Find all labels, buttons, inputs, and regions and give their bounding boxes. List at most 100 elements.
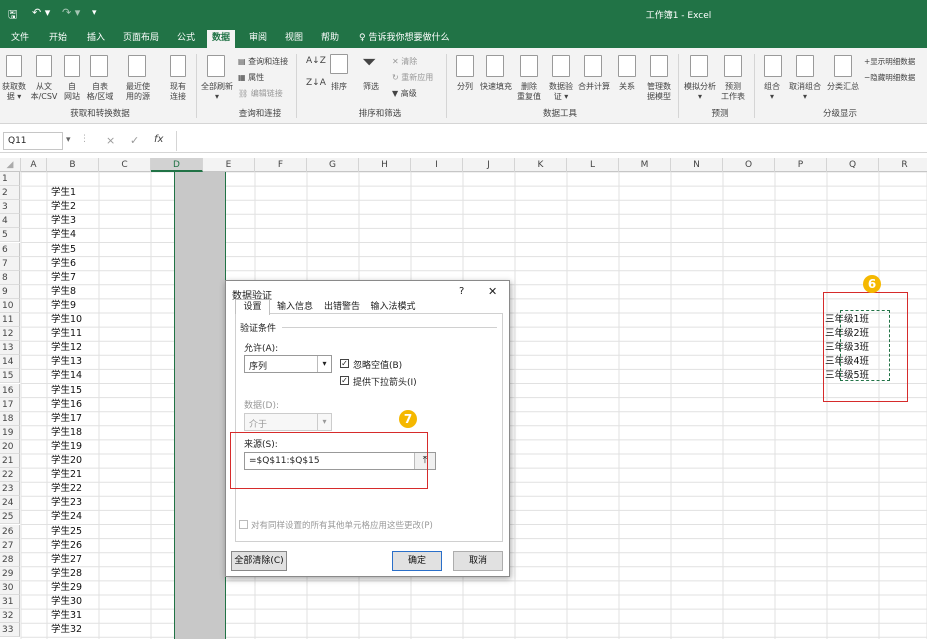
- cell-b[interactable]: 学生27: [51, 554, 82, 566]
- row-header[interactable]: 1: [0, 172, 20, 187]
- queries-connections-button[interactable]: ▤ 查询和连接: [238, 57, 288, 67]
- row-header[interactable]: 3: [0, 200, 20, 215]
- recent-sources-button[interactable]: 最近使 用的源: [120, 82, 156, 102]
- row-header[interactable]: 26: [0, 524, 20, 539]
- tab-ime-mode[interactable]: 输入法模式: [366, 301, 420, 314]
- cell-b[interactable]: 学生11: [51, 328, 82, 340]
- get-data-button[interactable]: 获取数据 ▾: [0, 82, 28, 102]
- enter-formula-button[interactable]: ✓: [130, 134, 139, 147]
- cell-b[interactable]: 学生28: [51, 568, 82, 580]
- ignore-blank-checkbox[interactable]: ✓: [340, 359, 349, 368]
- sort-asc-icon[interactable]: A↓Z: [306, 56, 326, 66]
- row-header[interactable]: 12: [0, 327, 20, 342]
- column-header-h[interactable]: H: [359, 158, 411, 172]
- name-box[interactable]: Q11: [3, 132, 63, 150]
- from-web-button[interactable]: 自网站: [60, 82, 84, 102]
- from-text-button[interactable]: 从文 本/CSV: [28, 82, 60, 102]
- column-header-n[interactable]: N: [671, 158, 723, 172]
- flash-fill-button[interactable]: 快速填充: [478, 82, 514, 92]
- manage-data-model-button[interactable]: 管理数 据模型: [642, 82, 676, 102]
- row-header[interactable]: 30: [0, 580, 20, 595]
- consolidate-button[interactable]: 合并计算: [576, 82, 612, 92]
- cell-b[interactable]: 学生30: [51, 596, 82, 608]
- cell-b[interactable]: 学生17: [51, 413, 82, 425]
- cell-b[interactable]: 学生5: [51, 244, 76, 256]
- row-header[interactable]: 10: [0, 298, 20, 313]
- tab-insert[interactable]: 插入: [82, 30, 110, 48]
- what-if-analysis-button[interactable]: 模拟分析 ▾: [682, 82, 718, 102]
- cell-b[interactable]: 学生6: [51, 258, 76, 270]
- cell-b[interactable]: 学生26: [51, 540, 82, 552]
- row-header[interactable]: 11: [0, 313, 20, 328]
- column-header-l[interactable]: L: [567, 158, 619, 172]
- group-button[interactable]: 组合 ▾: [758, 82, 786, 102]
- tab-review[interactable]: 审阅: [244, 30, 272, 48]
- clear-filter-button[interactable]: ✕ 清除: [392, 57, 417, 67]
- row-header[interactable]: 8: [0, 270, 20, 285]
- cell-b[interactable]: 学生15: [51, 385, 82, 397]
- row-header[interactable]: 14: [0, 355, 20, 370]
- cell-b[interactable]: 学生9: [51, 300, 76, 312]
- row-header[interactable]: 20: [0, 439, 20, 454]
- row-header[interactable]: 19: [0, 425, 20, 440]
- cell-b[interactable]: 学生19: [51, 441, 82, 453]
- tab-input-message[interactable]: 输入信息: [272, 301, 318, 314]
- tab-page-layout[interactable]: 页面布局: [118, 30, 164, 48]
- column-header-g[interactable]: G: [307, 158, 359, 172]
- formula-input[interactable]: [176, 131, 924, 151]
- row-header[interactable]: 21: [0, 454, 20, 469]
- row-header[interactable]: 32: [0, 609, 20, 624]
- dropdown-checkbox[interactable]: ✓: [340, 376, 349, 385]
- row-header[interactable]: 17: [0, 397, 20, 412]
- data-validation-button[interactable]: 数据验证 ▾: [546, 82, 576, 102]
- row-header[interactable]: 7: [0, 256, 20, 271]
- column-header-c[interactable]: C: [99, 158, 151, 172]
- show-detail-button[interactable]: +显示明细数据: [864, 57, 915, 67]
- cancel-formula-button[interactable]: ×: [106, 134, 115, 147]
- row-header[interactable]: 6: [0, 242, 20, 257]
- cell-b[interactable]: 学生32: [51, 624, 82, 636]
- column-header-i[interactable]: I: [411, 158, 463, 172]
- properties-button[interactable]: ▦ 属性: [238, 73, 264, 83]
- cell-b[interactable]: 学生16: [51, 399, 82, 411]
- cancel-button[interactable]: 取消: [453, 551, 503, 571]
- cell-b[interactable]: 学生20: [51, 455, 82, 467]
- text-to-columns-button[interactable]: 分列: [452, 82, 478, 92]
- cell-b[interactable]: 学生22: [51, 483, 82, 495]
- ungroup-button[interactable]: 取消组合 ▾: [786, 82, 824, 102]
- column-header-j[interactable]: J: [463, 158, 515, 172]
- cell-b[interactable]: 学生23: [51, 497, 82, 509]
- column-header-r[interactable]: R: [879, 158, 927, 172]
- column-header-q[interactable]: Q: [827, 158, 879, 172]
- row-header[interactable]: 24: [0, 496, 20, 511]
- tab-file[interactable]: 文件: [6, 30, 34, 48]
- selected-column-d[interactable]: [174, 172, 226, 639]
- row-header[interactable]: 18: [0, 411, 20, 426]
- column-header-p[interactable]: P: [775, 158, 827, 172]
- forecast-sheet-button[interactable]: 预测 工作表: [716, 82, 750, 102]
- column-header-k[interactable]: K: [515, 158, 567, 172]
- row-header[interactable]: 25: [0, 510, 20, 525]
- from-table-button[interactable]: 自表 格/区域: [82, 82, 118, 102]
- subtotal-button[interactable]: 分类汇总: [824, 82, 862, 92]
- column-header-a[interactable]: A: [21, 158, 47, 172]
- cell-b[interactable]: 学生29: [51, 582, 82, 594]
- help-button[interactable]: ?: [459, 286, 464, 297]
- row-header[interactable]: 4: [0, 214, 20, 229]
- cell-b[interactable]: 学生24: [51, 511, 82, 523]
- sort-button[interactable]: 排序: [326, 82, 352, 92]
- column-header-f[interactable]: F: [255, 158, 307, 172]
- name-box-dropdown-icon[interactable]: ▾: [66, 135, 71, 145]
- relationships-button[interactable]: 关系: [612, 82, 642, 92]
- edit-links-button[interactable]: ⛓ 编辑链接: [238, 89, 283, 99]
- refresh-all-button[interactable]: 全部刷新 ▾: [200, 82, 234, 102]
- cell-b[interactable]: 学生13: [51, 356, 82, 368]
- tab-settings[interactable]: 设置: [235, 299, 270, 315]
- cell-b[interactable]: 学生4: [51, 229, 76, 241]
- row-header[interactable]: 16: [0, 383, 20, 398]
- column-header-b[interactable]: B: [47, 158, 99, 172]
- cell-b[interactable]: 学生31: [51, 610, 82, 622]
- row-header[interactable]: 33: [0, 623, 20, 638]
- tab-home[interactable]: 开始: [44, 30, 72, 48]
- cell-b[interactable]: 学生18: [51, 427, 82, 439]
